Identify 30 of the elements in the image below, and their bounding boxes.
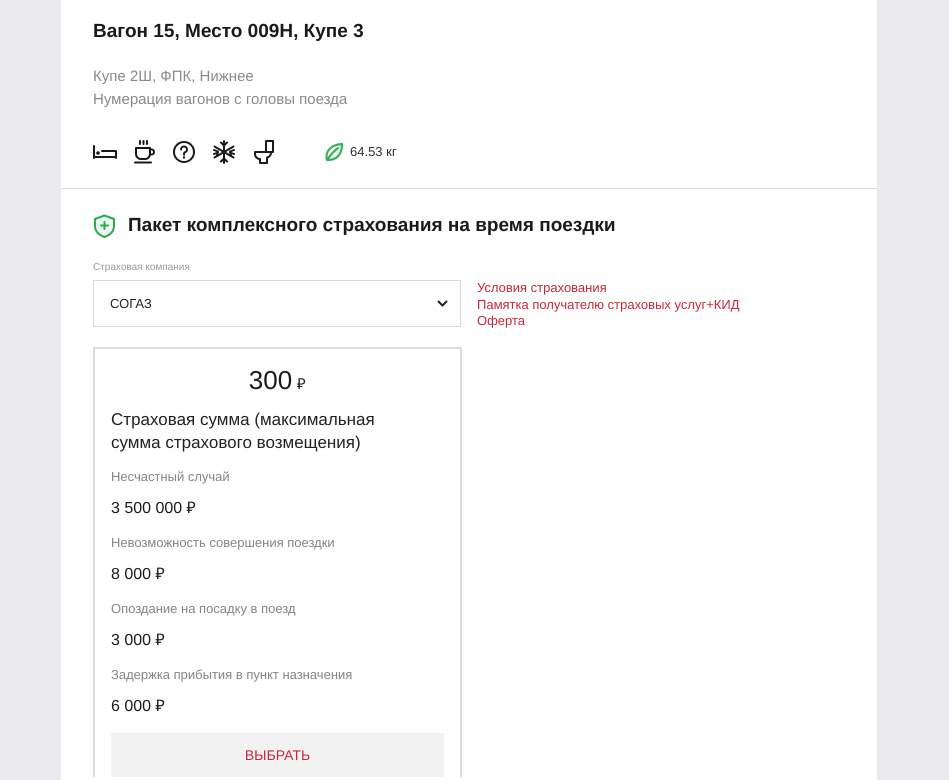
shield-plus-icon	[93, 214, 116, 238]
document-link[interactable]: Условия страхования	[477, 280, 607, 296]
coverage-amount: 6 000 ₽	[111, 697, 164, 717]
coffee-cup-icon	[134, 140, 156, 164]
coverage-amount: 8 000 ₽	[111, 565, 164, 585]
select-button[interactable]: ВЫБРАТЬ	[111, 733, 444, 777]
coverage-label: Невозможность совершения поездки	[111, 534, 335, 552]
coverage-label: Опоздание на посадку в поезд	[111, 600, 296, 618]
field-label: Страховая компания	[93, 261, 190, 275]
leaf-icon	[324, 142, 344, 162]
snowflake-icon	[212, 140, 236, 164]
coverage-label: Несчастный случай	[111, 468, 230, 486]
insurance-title: Пакет комплексного страхования на время поездки	[128, 214, 616, 238]
coverage-amount: 3 500 000 ₽	[111, 499, 196, 519]
currency-sign: ₽	[297, 374, 306, 394]
company-select[interactable]: СОГАЗ	[93, 280, 461, 327]
coverage-label: Задержка прибытия в пункт назначения	[111, 666, 352, 684]
document-link[interactable]: Памятка получателю страховых услуг+КИД	[477, 296, 740, 313]
coverage-heading: Страховая сумма (максимальная сумма страхового возмещения)	[111, 409, 376, 454]
document-link[interactable]: Оферта	[477, 313, 526, 330]
help-icon	[173, 141, 195, 163]
seat-detail: Купе 2Ш, ФПК, Нижнее	[93, 67, 254, 87]
seat-detail: Нумерация вагонов с головы поезда	[93, 90, 348, 110]
coverage-amount: 3 000 ₽	[111, 631, 164, 651]
chevron-down-icon	[437, 300, 448, 307]
offer-price: 300	[248, 364, 292, 396]
seat-title: Вагон 15, Место 009Н, Купе 3	[93, 20, 364, 44]
toilet-icon	[253, 140, 275, 164]
bed-icon	[93, 145, 117, 159]
carbon-footprint: 64.53 кг	[350, 143, 397, 162]
